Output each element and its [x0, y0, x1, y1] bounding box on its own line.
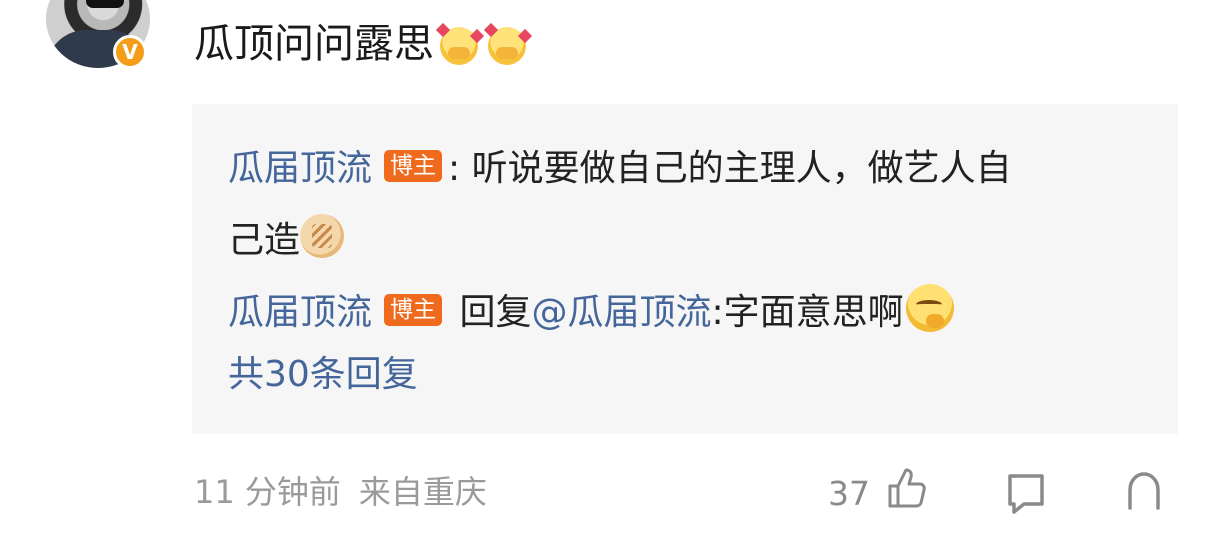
- reply-text: :字面意思啊: [711, 292, 904, 333]
- comment-text: 瓜顶问问露思: [194, 18, 533, 70]
- thinking-emoji-icon: [905, 284, 954, 332]
- reply-username[interactable]: 瓜届顶流: [228, 148, 372, 189]
- reply-username[interactable]: 瓜届顶流: [228, 292, 372, 333]
- avatar-sunglasses: [86, 0, 124, 8]
- comment-body: 瓜顶问问露思: [194, 21, 434, 67]
- heart-hands-emoji-icon: [435, 21, 485, 67]
- more-options-icon[interactable]: [1120, 468, 1168, 516]
- comment-reply-icon[interactable]: [1002, 470, 1050, 518]
- bread-emoji-icon: [300, 214, 345, 258]
- reply-separator: :: [448, 148, 461, 189]
- blogger-badge: 博主: [384, 150, 443, 182]
- like-count: 37: [828, 474, 870, 513]
- verified-badge-icon: V: [113, 35, 147, 69]
- thumbs-up-icon[interactable]: [884, 466, 928, 510]
- reply-text-line2: 己造: [228, 220, 301, 261]
- comment-meta: 11 分钟前 来自重庆: [194, 470, 487, 514]
- reply-item: 瓜届顶流 博主 回复@瓜届顶流:字面意思啊: [228, 284, 954, 338]
- mention-link[interactable]: @瓜届顶流: [531, 292, 711, 333]
- reply-item-continuation: 己造: [228, 214, 345, 266]
- reply-word: 回复: [459, 292, 532, 333]
- comment-time: 11 分钟前: [194, 473, 341, 511]
- comment-location: 来自重庆: [358, 473, 487, 511]
- reply-text-line1: 听说要做自己的主理人，做艺人自: [460, 148, 1012, 189]
- replies-container: 瓜届顶流 博主: 听说要做自己的主理人，做艺人自 己造 瓜届顶流 博主 回复@瓜届顶…: [192, 104, 1178, 434]
- heart-hands-emoji-icon: [483, 21, 533, 67]
- blogger-badge: 博主: [384, 294, 443, 326]
- view-all-replies-link[interactable]: 共30条回复: [228, 350, 418, 400]
- reply-item: 瓜届顶流 博主: 听说要做自己的主理人，做艺人自: [228, 144, 1012, 194]
